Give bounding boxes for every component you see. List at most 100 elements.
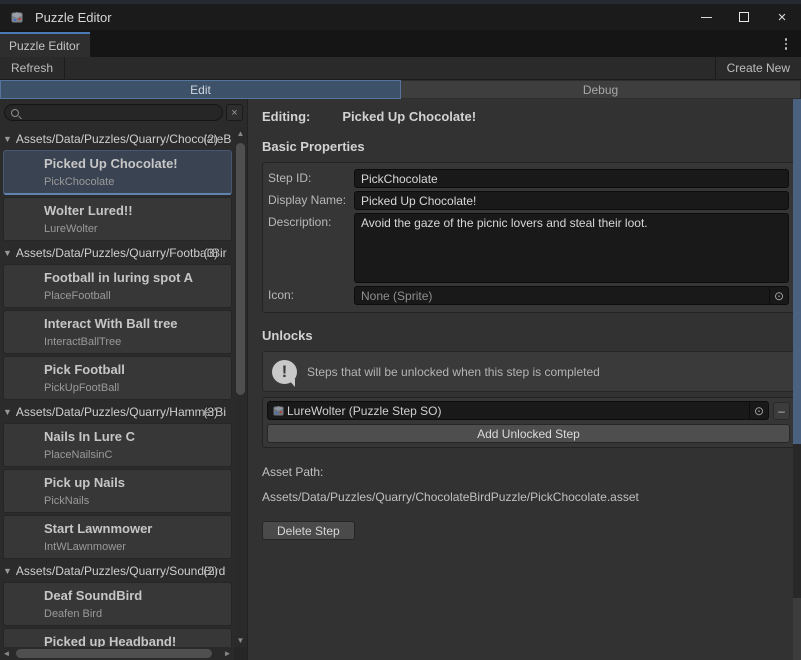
step-id-label: Step ID: [268,169,354,188]
title-bar: Puzzle Editor × [0,4,801,30]
add-unlocked-step-button[interactable]: Add Unlocked Step [267,424,790,443]
step-id-text: PickUpFootBall [44,382,227,394]
scroll-left-icon[interactable]: ◄ [0,649,13,658]
step-id-text: PlaceFootball [44,290,227,302]
group-count-badge: (2) [203,564,218,578]
description-row: Description: Avoid the gaze of the picni… [268,213,789,283]
object-picker-icon[interactable]: ⊙ [749,402,768,419]
step-id-text: PickChocolate [44,176,227,188]
delete-step-button[interactable]: Delete Step [262,521,355,540]
step-id-text: IntWLawnmower [44,541,227,553]
scrollbar-thumb[interactable] [793,99,801,444]
close-button[interactable]: × [763,4,801,30]
puzzle-editor-window: Puzzle Editor × Puzzle Editor Refresh Cr… [0,0,801,660]
foldout-icon[interactable]: ▼ [3,134,12,144]
group-header[interactable]: ▼ Assets/Data/Puzzles/Quarry/ChocolateB(2… [0,129,234,148]
app-icon [9,9,25,25]
scrollbar-thumb[interactable] [16,649,212,658]
foldout-icon[interactable]: ▼ [3,407,12,417]
kebab-menu-icon[interactable] [779,37,793,51]
step-id-text: LureWolter [44,223,227,235]
asset-path-label: Asset Path: [262,465,795,479]
group-path: Assets/Data/Puzzles/Quarry/SoundBird [16,564,234,578]
puzzle-step-item[interactable]: Pick up Nails PickNails [3,469,232,513]
icon-object-field[interactable]: None (Sprite) ⊙ [354,286,789,305]
scroll-right-icon[interactable]: ► [221,649,234,658]
search-clear-button[interactable]: × [226,104,243,121]
unlocked-step-object-field[interactable]: LureWolter (Puzzle Step SO) ⊙ [267,401,769,420]
puzzle-step-item[interactable]: Interact With Ball tree InteractBallTree [3,310,232,354]
scriptable-object-icon [272,404,285,417]
group-path: Assets/Data/Puzzles/Quarry/ChocolateB [16,132,234,146]
main-area: × ▼ Assets/Data/Puzzles/Quarry/ChocolateB… [0,99,801,660]
group-header[interactable]: ▼Assets/Data/Puzzles/Quarry/HammerBi(3) [0,402,234,421]
scrollbar-track-end [793,598,801,660]
minimize-icon [701,17,712,18]
step-id-text: PickNails [44,495,227,507]
step-id-text: PlaceNailsinC [44,449,227,461]
puzzle-step-item[interactable]: Wolter Lured!! LureWolter [3,197,232,241]
unlocks-help-box: ! Steps that will be unlocked when this … [262,351,795,392]
group-count-badge: (2) [203,132,218,146]
puzzle-step-item[interactable]: Start Lawnmower IntWLawnmower [3,515,232,559]
group-count-badge: (3) [203,405,218,419]
editing-step-name: Picked Up Chocolate! [342,109,476,124]
window-title: Puzzle Editor [35,10,112,25]
object-picker-icon[interactable]: ⊙ [769,287,788,304]
sidebar-horizontal-scrollbar[interactable]: ◄ ► [0,647,234,660]
puzzle-step-item[interactable]: Pick FootballPickUpFootBall [3,356,232,400]
tab-puzzle-editor[interactable]: Puzzle Editor [0,32,90,57]
icon-label: Icon: [268,286,354,305]
tab-edit[interactable]: Edit [0,80,401,99]
description-input[interactable]: Avoid the gaze of the picnic lovers and … [354,213,789,283]
unlocks-title: Unlocks [262,328,795,343]
step-id-text: InteractBallTree [44,336,227,348]
unlocked-steps-box: LureWolter (Puzzle Step SO) ⊙ – Add Unlo… [262,397,795,448]
sidebar-vertical-scrollbar[interactable]: ▲ ▼ [234,127,247,647]
scroll-up-icon[interactable]: ▲ [234,127,247,140]
unlocks-help-text: Steps that will be unlocked when this st… [307,365,600,379]
tab-debug[interactable]: Debug [401,80,801,99]
scrollbar-corner [234,647,247,660]
minimize-button[interactable] [687,4,725,30]
foldout-icon[interactable]: ▼ [3,566,12,576]
step-id-input[interactable] [354,169,789,188]
remove-unlocked-step-button[interactable]: – [773,402,790,420]
puzzle-step-item[interactable]: Nails In Lure CPlaceNailsinC [3,423,232,467]
scroll-down-icon[interactable]: ▼ [234,634,247,647]
maximize-icon [739,12,749,22]
puzzle-step-item[interactable]: Picked Up Chocolate!PickChocolate [3,150,232,195]
step-title: Start Lawnmower [44,521,227,536]
refresh-button[interactable]: Refresh [0,57,64,79]
display-name-label: Display Name: [268,191,354,210]
search-icon [11,109,19,117]
basic-properties-box: Step ID: Display Name: Description: Avoi… [262,162,795,313]
step-title: Pick up Nails [44,475,227,490]
group-header[interactable]: ▼ Assets/Data/Puzzles/Quarry/SoundBird(2) [0,561,234,580]
toolbar: Refresh Create New [0,57,801,80]
step-id-text: Deafen Bird [44,608,227,620]
display-name-input[interactable] [354,191,789,210]
step-editor-pane: Editing: Picked Up Chocolate! Basic Prop… [248,99,801,660]
search-field[interactable] [4,104,223,121]
editing-header: Editing: Picked Up Chocolate! [262,109,795,124]
foldout-icon[interactable]: ▼ [3,248,12,258]
search-input[interactable] [19,105,222,120]
step-title: Picked up Headband! [44,634,227,647]
mode-tab-bar: Edit Debug [0,80,801,99]
display-name-row: Display Name: [268,191,789,210]
step-title: Interact With Ball tree [44,316,227,331]
step-id-row: Step ID: [268,169,789,188]
maximize-button[interactable] [725,4,763,30]
window-vertical-scrollbar[interactable] [793,99,801,660]
description-label: Description: [268,213,354,283]
puzzle-step-item[interactable]: Football in luring spot APlaceFootball [3,264,232,308]
create-new-button[interactable]: Create New [716,57,801,79]
puzzle-step-item[interactable]: Picked up Headband! [3,628,232,647]
puzzle-step-item[interactable]: Deaf SoundBirdDeafen Bird [3,582,232,626]
puzzle-step-list: ▼Assets/Data/Puzzles/Quarry/ChocolateB(2… [0,127,234,647]
group-header[interactable]: ▼Assets/Data/Puzzles/Quarry/FootballBir(… [0,243,234,262]
scrollbar-thumb[interactable] [236,143,245,395]
editing-label: Editing: [262,109,310,124]
step-title: Wolter Lured!! [44,203,227,218]
